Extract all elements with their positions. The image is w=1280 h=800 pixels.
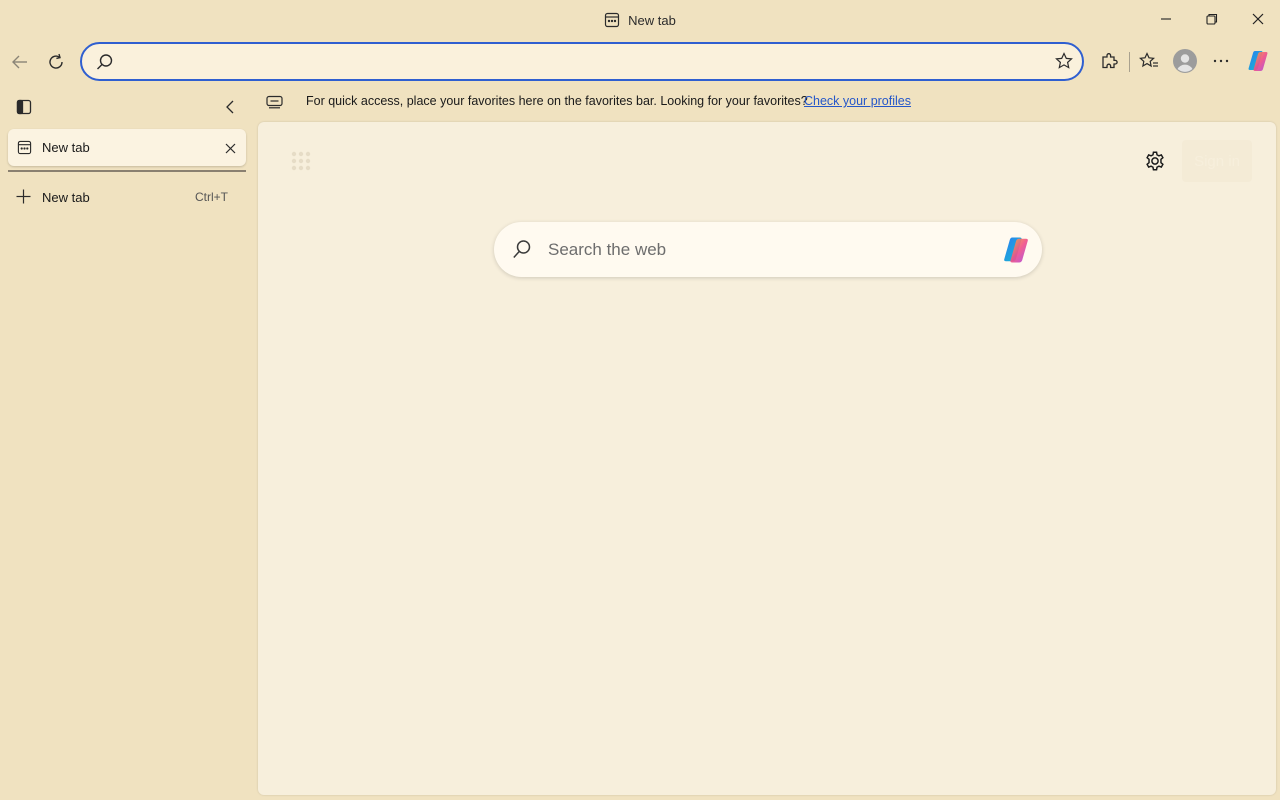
app-launcher-button[interactable] xyxy=(288,148,314,174)
back-icon xyxy=(11,53,29,71)
favorite-star-icon xyxy=(1055,52,1073,70)
window-title-text: New tab xyxy=(628,12,676,28)
new-tab-label: New tab xyxy=(42,190,90,205)
refresh-icon xyxy=(47,53,65,71)
new-tab-page: Sign in xyxy=(258,122,1276,795)
window-title: New tab xyxy=(0,0,1280,40)
copilot-button[interactable] xyxy=(1243,46,1273,76)
address-input[interactable] xyxy=(126,50,1046,74)
web-search-box[interactable] xyxy=(494,222,1042,277)
favorites-bar-message: For quick access, place your favorites h… xyxy=(306,94,808,108)
address-bar[interactable] xyxy=(80,42,1084,81)
more-options-button[interactable] xyxy=(1206,46,1236,76)
web-search-input[interactable] xyxy=(548,238,988,262)
app-launcher-icon xyxy=(291,151,311,171)
minimize-icon xyxy=(1160,13,1172,25)
favorites-bar-icon xyxy=(266,95,283,109)
copilot-icon xyxy=(1001,235,1031,265)
page-settings-button[interactable] xyxy=(1140,146,1170,176)
favorites-icon xyxy=(1139,52,1159,70)
favorites-button[interactable] xyxy=(1134,46,1164,76)
close-icon xyxy=(1252,13,1264,25)
sidebar-tab-new-tab[interactable]: New tab xyxy=(8,129,246,166)
tab-close-button[interactable] xyxy=(220,138,240,158)
collapse-chevron-icon xyxy=(224,99,236,115)
title-bar: New tab xyxy=(0,0,1280,40)
profile-button[interactable] xyxy=(1170,46,1200,76)
back-button[interactable] xyxy=(4,46,36,78)
new-tab-page-icon xyxy=(604,12,620,28)
copilot-icon xyxy=(1246,49,1270,73)
restore-button[interactable] xyxy=(1189,0,1235,38)
vertical-tabs-button[interactable] xyxy=(12,95,36,119)
favorite-star-button[interactable] xyxy=(1052,49,1076,73)
copilot-search-button[interactable] xyxy=(999,233,1033,267)
search-icon xyxy=(96,53,114,71)
extensions-button[interactable] xyxy=(1094,46,1124,76)
profile-avatar-icon xyxy=(1173,49,1197,73)
restore-icon xyxy=(1206,13,1218,25)
minimize-button[interactable] xyxy=(1143,0,1189,38)
sign-in-button[interactable]: Sign in xyxy=(1182,140,1252,182)
extensions-icon xyxy=(1100,52,1118,70)
vertical-tabs-icon xyxy=(16,99,32,115)
refresh-button[interactable] xyxy=(40,46,72,78)
close-window-button[interactable] xyxy=(1235,0,1280,38)
collapse-sidebar-button[interactable] xyxy=(218,95,242,119)
tab-label: New tab xyxy=(42,140,90,155)
settings-gear-icon xyxy=(1144,150,1166,172)
plus-icon xyxy=(16,189,31,204)
tab-close-icon xyxy=(225,143,236,154)
new-tab-shortcut: Ctrl+T xyxy=(195,190,228,204)
check-profiles-link[interactable]: Check your profiles xyxy=(804,94,911,110)
new-tab-page-icon xyxy=(17,140,32,155)
search-icon xyxy=(512,239,532,260)
tab-divider xyxy=(8,170,246,172)
more-icon xyxy=(1212,52,1230,70)
new-tab-button[interactable]: New tab Ctrl+T xyxy=(8,182,246,212)
toolbar-divider xyxy=(1129,52,1130,72)
